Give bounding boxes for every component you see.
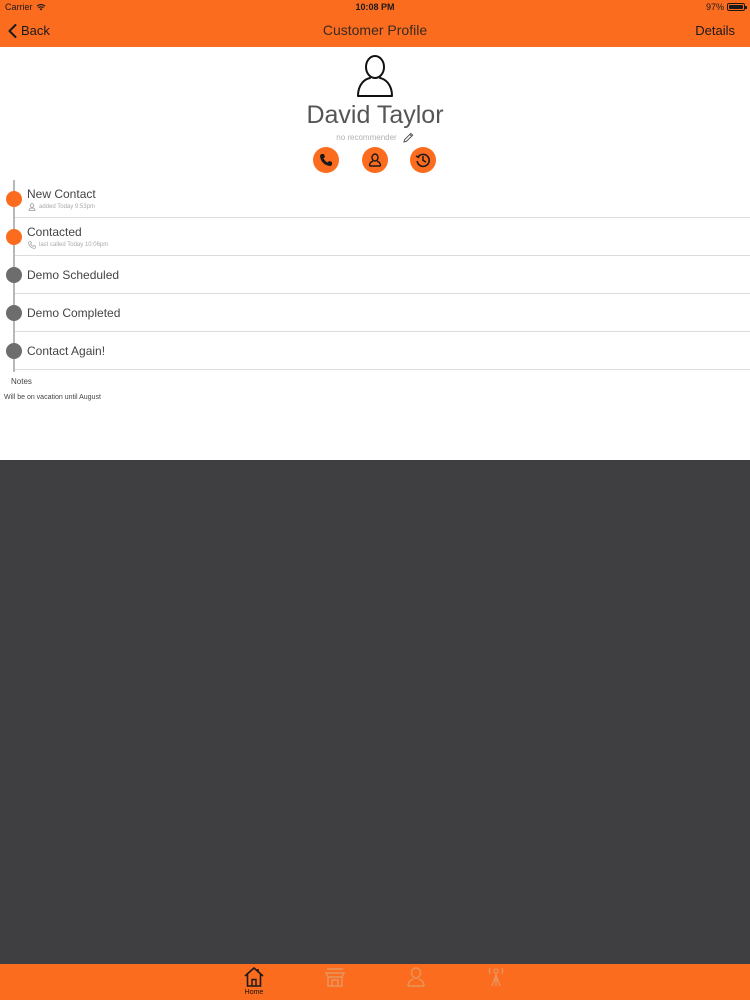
stage-contacted[interactable]: Contacted last called Today 10:06pm bbox=[0, 218, 750, 256]
action-buttons bbox=[313, 147, 438, 173]
stage-label: Contacted bbox=[27, 225, 82, 239]
contact-info-button[interactable] bbox=[362, 147, 388, 173]
tab-contacts[interactable] bbox=[396, 964, 436, 1000]
notes-text[interactable]: Will be on vacation until August bbox=[4, 394, 101, 401]
phone-icon bbox=[320, 154, 332, 166]
recommender-row: no recommender bbox=[0, 132, 750, 143]
notes-label: Notes bbox=[11, 377, 32, 386]
stage-subtext: last called Today 10:06pm bbox=[28, 241, 108, 249]
stage-subtext: added Today 9:53pm bbox=[28, 203, 95, 211]
history-button[interactable] bbox=[410, 147, 436, 173]
home-icon bbox=[244, 967, 264, 987]
tab-bar: Home bbox=[0, 964, 750, 1000]
tab-label: Home bbox=[244, 989, 264, 996]
person-icon bbox=[368, 153, 382, 167]
stage-status-dot bbox=[6, 267, 22, 283]
clock: 10:08 PM bbox=[355, 2, 395, 12]
stage-label: New Contact bbox=[27, 187, 96, 201]
phone-icon bbox=[28, 241, 36, 249]
row-divider bbox=[15, 369, 750, 370]
stage-label: Demo Scheduled bbox=[27, 268, 120, 282]
battery-indicator: 97% bbox=[705, 0, 747, 14]
sales-stage-timeline: New Contact added Today 9:53pm Contacted… bbox=[0, 180, 750, 372]
stage-subtext-label: last called Today 10:06pm bbox=[39, 242, 109, 248]
stage-status-dot bbox=[6, 305, 22, 321]
status-bar: Carrier 10:08 PM 97% bbox=[0, 0, 750, 14]
stage-subtext-label: added Today 9:53pm bbox=[39, 204, 95, 210]
store-icon bbox=[324, 968, 346, 987]
stage-status-dot bbox=[6, 191, 22, 207]
recommender-text: no recommender bbox=[336, 133, 397, 142]
stage-status-dot bbox=[6, 343, 22, 359]
stage-status-dot bbox=[6, 229, 22, 245]
stage-new-contact[interactable]: New Contact added Today 9:53pm bbox=[0, 180, 750, 218]
pencil-icon[interactable] bbox=[403, 132, 414, 143]
avatar-icon bbox=[357, 55, 393, 97]
stage-demo-scheduled[interactable]: Demo Scheduled bbox=[0, 256, 750, 294]
battery-percent: 97% bbox=[705, 2, 724, 12]
page-title: Customer Profile bbox=[322, 22, 428, 38]
battery-level bbox=[729, 5, 743, 9]
stage-label: Contact Again! bbox=[27, 344, 106, 358]
history-icon bbox=[415, 153, 430, 168]
stage-contact-again[interactable]: Contact Again! bbox=[0, 332, 750, 370]
stage-demo-completed[interactable]: Demo Completed bbox=[0, 294, 750, 332]
tab-store[interactable] bbox=[315, 964, 355, 1000]
customer-profile-panel: David Taylor no recommender New Contact … bbox=[0, 47, 750, 460]
navigation-bar: Back Customer Profile Details bbox=[0, 14, 750, 47]
tab-home[interactable]: Home bbox=[234, 964, 274, 1000]
details-button[interactable]: Details bbox=[695, 14, 735, 47]
call-button[interactable] bbox=[313, 147, 339, 173]
stage-label: Demo Completed bbox=[27, 306, 121, 320]
tower-icon bbox=[488, 967, 504, 987]
tab-broadcast[interactable] bbox=[476, 964, 516, 1000]
person-icon bbox=[28, 203, 36, 211]
person-icon bbox=[407, 967, 425, 987]
battery-icon bbox=[727, 3, 747, 11]
customer-name: David Taylor bbox=[306, 101, 444, 129]
